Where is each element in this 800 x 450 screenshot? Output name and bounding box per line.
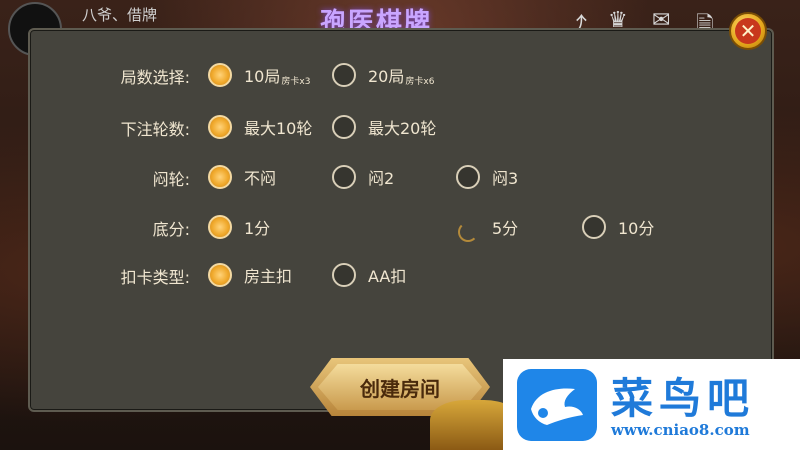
option-label: 20局 (368, 67, 405, 86)
base-score-option-1[interactable]: 1分 (208, 212, 270, 242)
option-label: 1分 (244, 219, 271, 238)
option-label: 最大10轮 (244, 119, 313, 138)
deduction-option-host[interactable]: 房主扣 (208, 260, 292, 290)
bet-rounds-row: 下注轮数: 最大10轮 最大20轮 (30, 112, 772, 142)
watermark-url: www.cniao8.com (611, 421, 750, 439)
radio-selected-icon[interactable] (208, 215, 232, 239)
option-label: 闷2 (368, 169, 395, 188)
blind-option-2[interactable]: 闷2 (332, 162, 394, 192)
card-deduction-label: 扣卡类型: (120, 268, 190, 287)
player-name: 八爷、借牌 (82, 6, 158, 24)
watermark: 菜鸟吧 www.cniao8.com (503, 359, 800, 450)
radio-selected-icon[interactable] (208, 263, 232, 287)
option-label: 10分 (618, 219, 655, 238)
radio-selected-icon[interactable] (208, 165, 232, 189)
base-score-option-10[interactable]: 10分 (582, 212, 654, 242)
base-score-row: 底分: 1分 5分 10分 (30, 212, 772, 242)
option-cost: 房卡x6 (405, 76, 435, 87)
radio-unselected-icon[interactable] (456, 165, 480, 189)
blind-option-3[interactable]: 闷3 (456, 162, 518, 192)
radio-unselected-icon[interactable] (332, 165, 356, 189)
radio-unselected-icon[interactable] (332, 115, 356, 139)
option-label: AA扣 (368, 267, 407, 286)
radio-unselected-icon[interactable] (582, 215, 606, 239)
card-deduction-row: 扣卡类型: 房主扣 AA扣 (30, 260, 772, 290)
blind-option-none[interactable]: 不闷 (208, 162, 276, 192)
create-room-dialog: 局数选择: 10局 房卡x3 20局 房卡x6 下注轮数: 最大10轮 最大20轮 … (28, 28, 774, 412)
option-label: 不闷 (244, 169, 277, 188)
option-label: 房主扣 (244, 267, 293, 286)
deduction-option-aa[interactable]: AA扣 (332, 260, 406, 290)
option-label: 闷3 (492, 169, 519, 188)
rounds-option-10[interactable]: 10局 房卡x3 (208, 60, 310, 90)
radio-selected-icon[interactable] (208, 115, 232, 139)
rounds-row: 局数选择: 10局 房卡x3 20局 房卡x6 (30, 60, 772, 90)
radio-unselected-icon[interactable] (332, 263, 356, 287)
blind-rounds-label: 闷轮: (152, 170, 190, 189)
watermark-title: 菜鸟吧 (611, 374, 756, 423)
rounds-option-20[interactable]: 20局 房卡x6 (332, 60, 434, 90)
close-button[interactable]: ✕ (729, 12, 767, 50)
option-label: 最大20轮 (368, 119, 437, 138)
bet-rounds-label: 下注轮数: (120, 120, 190, 139)
base-score-label: 底分: (152, 220, 190, 239)
bet-rounds-option-20[interactable]: 最大20轮 (332, 112, 436, 142)
loading-spinner-icon (458, 222, 478, 242)
radio-unselected-icon[interactable] (332, 63, 356, 87)
close-icon: ✕ (735, 18, 761, 44)
option-label: 10局 (244, 67, 281, 86)
bet-rounds-option-10[interactable]: 最大10轮 (208, 112, 312, 142)
blind-rounds-row: 闷轮: 不闷 闷2 闷3 (30, 162, 772, 192)
radio-selected-icon[interactable] (208, 63, 232, 87)
rounds-label: 局数选择: (120, 68, 190, 87)
option-label: 5分 (492, 219, 519, 238)
option-cost: 房卡x3 (281, 76, 311, 87)
bird-logo-icon (517, 369, 597, 441)
